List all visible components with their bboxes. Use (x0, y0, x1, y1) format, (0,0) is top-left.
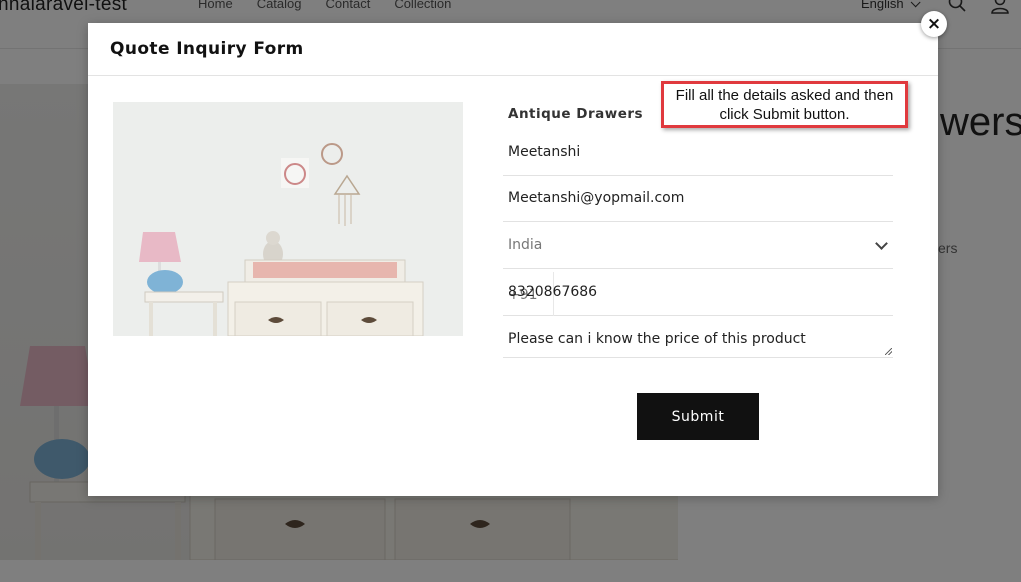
email-input[interactable] (508, 190, 868, 206)
close-button[interactable]: × (921, 11, 947, 37)
callout-text: Fill all the details asked and then clic… (675, 86, 894, 123)
country-select-value: India (508, 237, 543, 253)
close-icon: × (926, 13, 942, 34)
product-image (113, 102, 463, 336)
product-name: Antique Drawers (508, 106, 644, 122)
message-textarea[interactable]: Please can i know the price of this prod… (503, 322, 893, 358)
email-field[interactable] (503, 178, 893, 222)
country-select[interactable]: India (503, 225, 893, 269)
chevron-down-icon (875, 237, 888, 250)
phone-field[interactable]: +91 (503, 272, 893, 316)
phone-input[interactable] (508, 284, 868, 300)
resize-handle-icon[interactable] (885, 348, 892, 355)
name-input[interactable] (508, 144, 868, 160)
modal-divider (88, 75, 938, 76)
instruction-callout: Fill all the details asked and then clic… (661, 81, 908, 128)
modal-title: Quote Inquiry Form (110, 39, 304, 59)
submit-button[interactable]: Submit (637, 393, 759, 440)
product-image-illustration (113, 102, 463, 336)
message-text: Please can i know the price of this prod… (508, 331, 806, 347)
name-field[interactable] (503, 132, 893, 176)
